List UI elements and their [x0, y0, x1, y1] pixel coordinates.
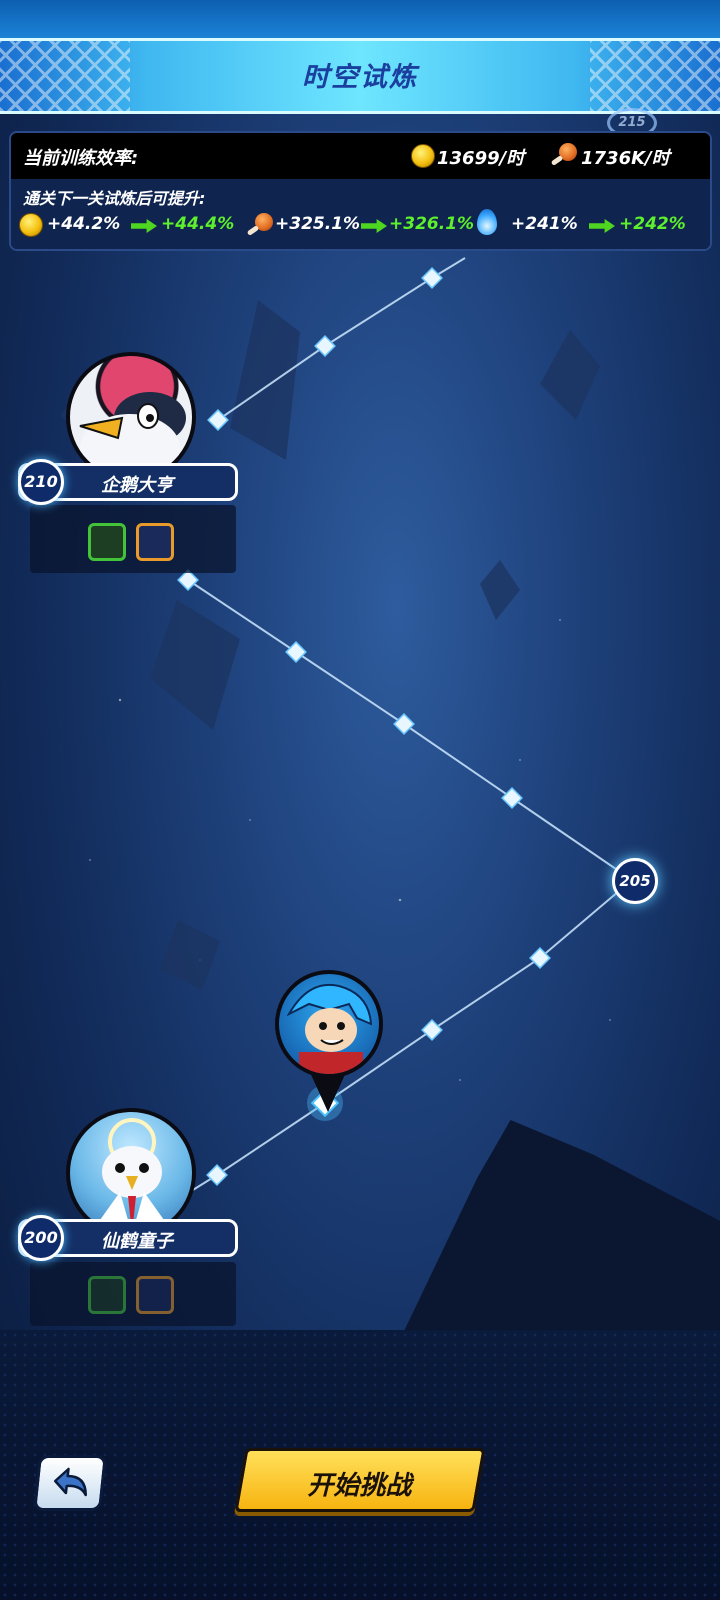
path-node: [285, 641, 307, 663]
blue-hair-hero-icon: [286, 983, 373, 1074]
stage-210-name: 企鹅大亨: [101, 475, 173, 496]
path-node: [314, 335, 336, 357]
path-node: [177, 569, 199, 591]
stage-path: [177, 257, 633, 1199]
path-segment: [179, 879, 633, 1199]
back-button[interactable]: [33, 1455, 107, 1511]
path-node: [421, 1019, 443, 1041]
player-hero-portrait[interactable]: [275, 970, 383, 1078]
start-challenge-label: 开始挑战: [307, 1471, 412, 1501]
stage-210-rewards: [30, 505, 236, 573]
green-blade-icon[interactable]: [88, 1276, 126, 1314]
green-blade-icon[interactable]: [88, 523, 126, 561]
stage-node-205[interactable]: 205: [612, 858, 658, 904]
stage-200-rewards: [30, 1262, 236, 1326]
stage-200-name: 仙鹤童子: [101, 1231, 173, 1252]
blue-star-crystal-icon[interactable]: [136, 1276, 174, 1314]
path-node: [393, 713, 415, 735]
path-node: [207, 409, 229, 431]
path-segment: [187, 579, 633, 881]
blue-star-crystal-icon[interactable]: [136, 523, 174, 561]
back-arrow-icon: [53, 1467, 87, 1497]
stage-210-level[interactable]: 210: [18, 459, 64, 505]
start-challenge-button[interactable]: 开始挑战: [234, 1448, 486, 1512]
crane-face-icon: [90, 1118, 174, 1234]
stage-200-level[interactable]: 200: [18, 1215, 64, 1261]
path-node: [206, 1164, 228, 1186]
penguin-face-icon: [79, 392, 186, 478]
path-node: [501, 787, 523, 809]
path-node: [421, 267, 443, 289]
